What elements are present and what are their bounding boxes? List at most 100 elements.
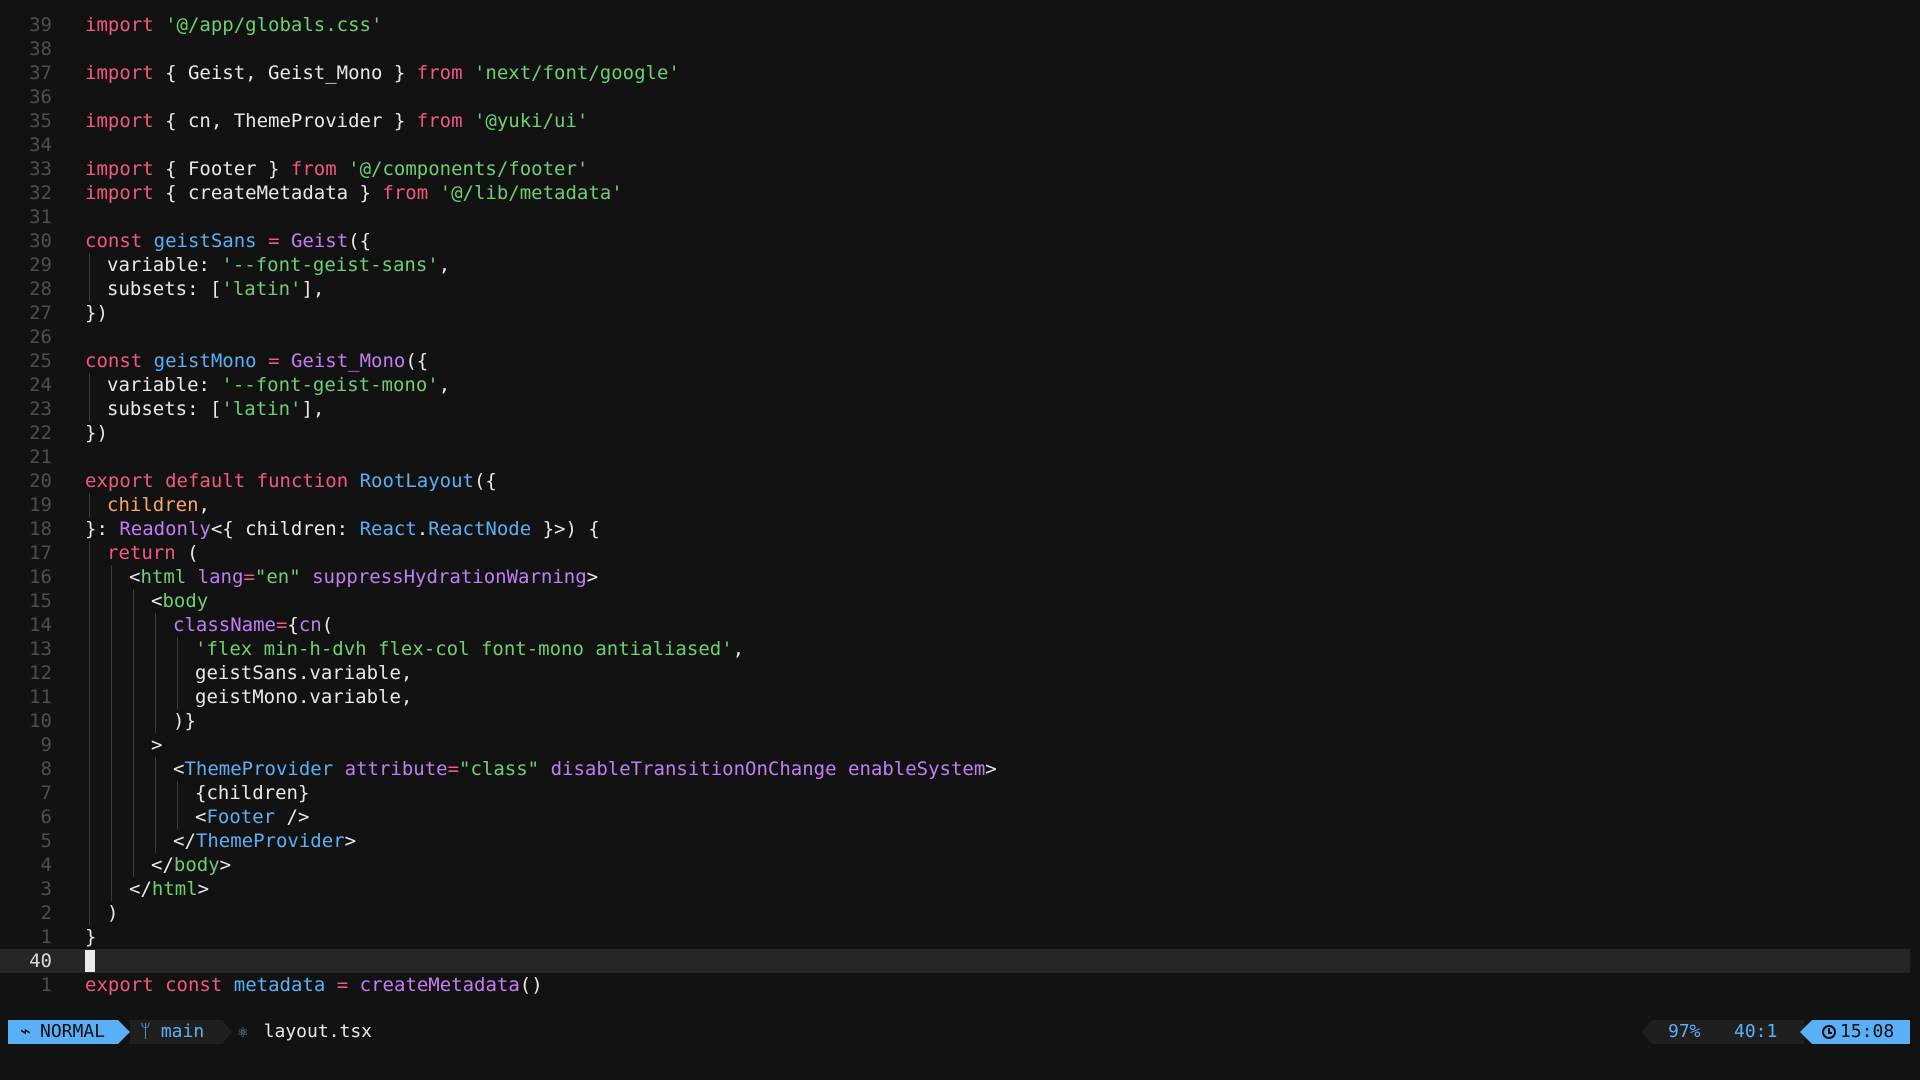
current-line[interactable]: 40 — [0, 949, 1910, 973]
code-line[interactable]: 1 export const metadata = createMetadata(… — [0, 973, 1910, 997]
code-line[interactable]: 2) — [0, 901, 1910, 925]
code-line[interactable]: 33 import { Footer } from '@/components/f… — [0, 157, 1910, 181]
code-token: 'latin' — [221, 278, 302, 300]
code-text: )} — [173, 709, 196, 733]
indent-guide — [89, 397, 90, 421]
code-token: </ — [129, 878, 152, 900]
code-line[interactable]: 35 import { cn, ThemeProvider } from '@yu… — [0, 109, 1910, 133]
code-token: ThemeProvider — [184, 758, 334, 780]
code-line[interactable]: 39 import '@/app/globals.css' — [0, 13, 1910, 37]
code-line[interactable]: 16 <html lang="en" suppressHydrationWarni… — [0, 565, 1910, 589]
code-text: <ThemeProvider attribute="class" disable… — [173, 757, 997, 781]
line-number: 1 — [40, 974, 52, 996]
code-line[interactable]: 30 const geistSans = Geist({ — [0, 229, 1910, 253]
code-line[interactable]: 25 const geistMono = Geist_Mono({ — [0, 349, 1910, 373]
clock-segment: 15:08 — [1812, 1020, 1910, 1044]
code-token: }: — [85, 518, 120, 540]
file-name: layout.tsx — [263, 1021, 373, 1042]
code-token: html — [151, 878, 198, 900]
code-line[interactable]: 11 geistMono.variable, — [0, 685, 1910, 709]
code-line[interactable]: 17 return ( — [0, 541, 1910, 565]
code-text: const geistMono = Geist_Mono({ — [85, 349, 428, 373]
code-text: children, — [107, 493, 210, 517]
code-token: , — [198, 494, 210, 516]
code-line[interactable]: 38 — [0, 37, 1910, 61]
code-line[interactable]: 34 — [0, 133, 1910, 157]
code-token: body — [162, 590, 209, 612]
code-token: ], — [301, 398, 325, 420]
indent-guide — [111, 709, 112, 733]
code-line[interactable]: 5 </ThemeProvider> — [0, 829, 1910, 853]
code-line[interactable]: 14 className={cn( — [0, 613, 1910, 637]
indent-guide — [133, 613, 134, 637]
code-token: RootLayout — [359, 470, 474, 492]
code-token: disableTransitionOnChange — [550, 758, 837, 780]
git-branch-icon: ᛘ — [140, 1021, 151, 1042]
code-line[interactable]: 32 import { createMetadata } from '@/lib/… — [0, 181, 1910, 205]
code-line[interactable]: 15 <body — [0, 589, 1910, 613]
code-line[interactable]: 12 geistSans.variable, — [0, 661, 1910, 685]
code-line[interactable]: 29 variable: '--font-geist-sans', — [0, 253, 1910, 277]
line-number: 22 — [29, 422, 52, 444]
line-number: 40 — [29, 950, 52, 972]
indent-guide — [155, 661, 156, 685]
code-line[interactable]: 28 subsets: ['latin'], — [0, 277, 1910, 301]
code-line[interactable]: 3 </html> — [0, 877, 1910, 901]
indent-guide — [89, 733, 90, 757]
code-line[interactable]: 18}: Readonly<{ children: React.ReactNod… — [0, 517, 1910, 541]
code-line[interactable]: 24 variable: '--font-geist-mono', — [0, 373, 1910, 397]
code-line[interactable]: 31 — [0, 205, 1910, 229]
code-line[interactable]: 27}) — [0, 301, 1910, 325]
code-line[interactable]: 21 — [0, 445, 1910, 469]
code-line[interactable]: 23 subsets: ['latin'], — [0, 397, 1910, 421]
code-line[interactable]: 20 export default function RootLayout({ — [0, 469, 1910, 493]
code-token: import — [85, 182, 154, 204]
code-token: { Geist, Geist_Mono } — [153, 62, 417, 84]
indent-guide — [89, 757, 90, 781]
code-token: ({ — [348, 230, 372, 252]
code-line[interactable]: 1} — [0, 925, 1910, 949]
code-token: ], — [301, 278, 325, 300]
code-line[interactable]: 19 children, — [0, 493, 1910, 517]
code-line[interactable]: 22}) — [0, 421, 1910, 445]
code-token: import — [85, 158, 154, 180]
vim-icon: ⌁ — [20, 1021, 31, 1042]
code-text: ) — [107, 901, 118, 925]
position-separator — [1642, 1020, 1652, 1044]
line-number: 3 — [40, 878, 52, 900]
code-line[interactable]: 6 <Footer /> — [0, 805, 1910, 829]
code-token: /> — [275, 806, 310, 828]
indent-guide — [155, 685, 156, 709]
code-line[interactable]: 8 <ThemeProvider attribute="class" disabl… — [0, 757, 1910, 781]
code-token: ({ — [405, 350, 429, 372]
code-token: = — [447, 758, 460, 780]
code-token: < — [173, 758, 185, 780]
code-text: const geistSans = Geist({ — [85, 229, 371, 253]
line-number: 31 — [29, 206, 52, 228]
indent-guide — [111, 565, 112, 589]
code-line[interactable]: 13 'flex min-h-dvh flex-col font-mono ant… — [0, 637, 1910, 661]
code-line[interactable]: 9 > — [0, 733, 1910, 757]
mode-label: NORMAL — [40, 1021, 106, 1042]
code-line[interactable]: 7 {children} — [0, 781, 1910, 805]
code-token: variable: — [107, 254, 222, 276]
line-number: 17 — [29, 542, 52, 564]
code-line[interactable]: 37 import { Geist, Geist_Mono } from 'nex… — [0, 61, 1910, 85]
code-token: } — [85, 926, 97, 948]
code-line[interactable]: 36 — [0, 85, 1910, 109]
code-line[interactable]: 26 — [0, 325, 1910, 349]
code-token: ( — [321, 614, 334, 636]
code-token: = — [268, 350, 280, 372]
line-number: 33 — [29, 158, 52, 180]
git-branch-segment: ᛘ main — [130, 1020, 222, 1044]
code-text: variable: '--font-geist-mono', — [107, 373, 450, 397]
code-text: <html lang="en" suppressHydrationWarning… — [129, 565, 598, 589]
code-line[interactable]: 10)} — [0, 709, 1910, 733]
editor-pane[interactable]: 39 import '@/app/globals.css' 38 37 import {… — [0, 0, 1920, 1010]
code-line[interactable]: 4 </body> — [0, 853, 1910, 877]
